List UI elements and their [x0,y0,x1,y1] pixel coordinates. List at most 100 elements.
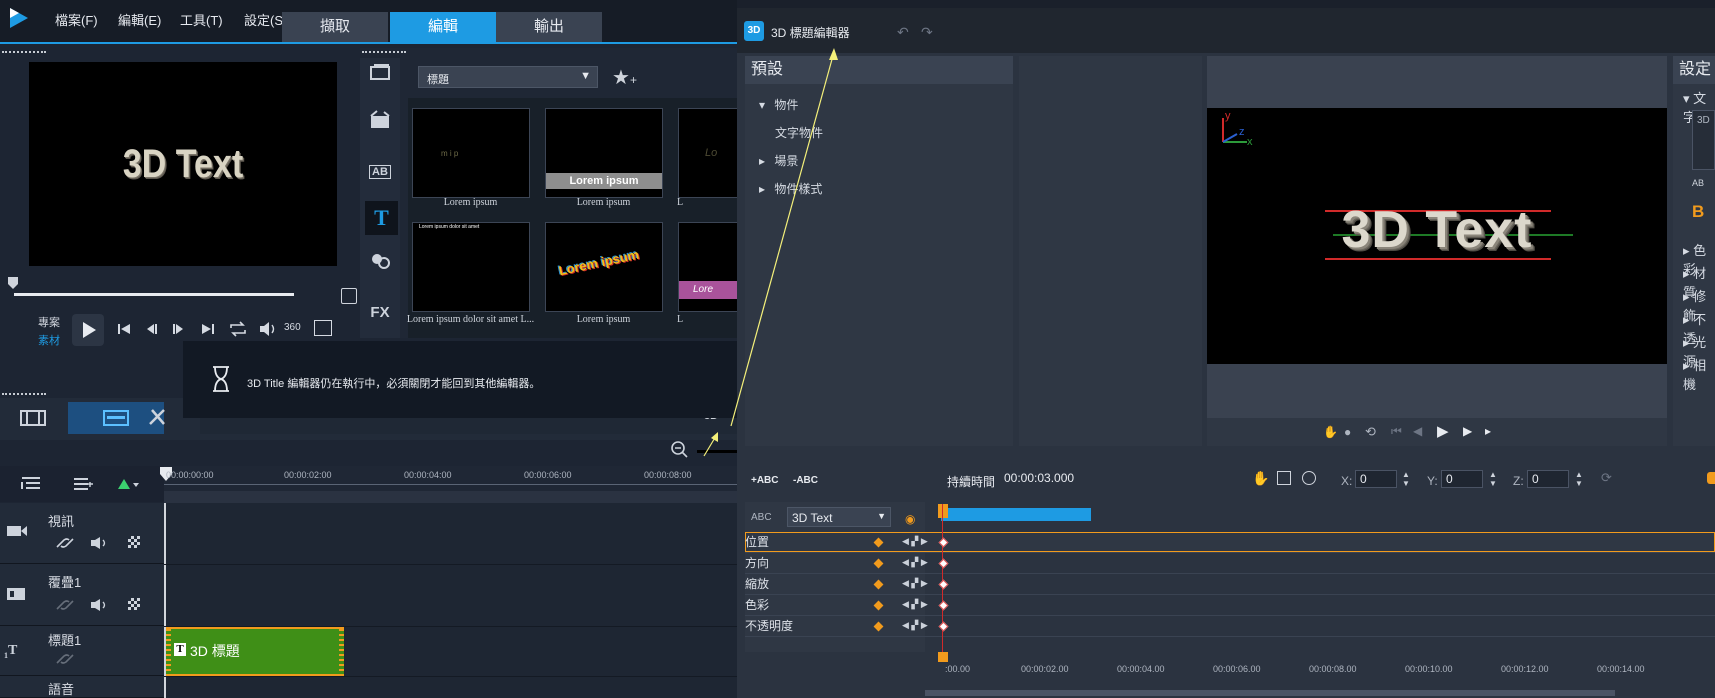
link-icon[interactable] [55,652,77,669]
keyframe-tool-icon[interactable] [1707,472,1715,484]
tree-item-scenes[interactable]: ▸ 場景 [759,152,798,169]
menu-tools[interactable]: 工具(T) [180,10,223,29]
clip-trim-left[interactable] [166,629,171,674]
keyframe-nav-icon[interactable]: ◀ ▞ ▶ [902,620,928,631]
ripple-icon[interactable] [128,536,140,548]
font-preview-box[interactable]: 3D [1692,110,1715,170]
3d-preview-canvas[interactable]: y z x 3D Text [1207,108,1667,364]
tab-edit[interactable]: 編輯 [390,12,496,42]
duration-field[interactable]: 00:00:03.000 [1000,470,1104,488]
previous-frame-icon[interactable]: ◀ [1413,424,1422,438]
keyframe-nav-icon[interactable]: ◀ ▞ ▶ [902,557,928,568]
keyframe-nav-icon[interactable]: ◀ ▞ ▶ [902,536,928,547]
zoom-out-icon[interactable] [670,440,690,463]
x-field[interactable]: 0 [1355,470,1397,488]
home-icon[interactable]: ⏮ [1391,424,1402,439]
enlarge-preview-icon[interactable] [341,288,357,304]
z-field[interactable]: 0 [1527,470,1569,488]
mode-clip-label[interactable]: 素材 [38,332,60,348]
zoom-slider[interactable] [697,450,737,453]
bold-button[interactable]: B [1692,202,1704,222]
aspect-ratio-icon[interactable] [314,320,332,336]
ab-icon[interactable]: AB [365,157,395,187]
menu-file[interactable]: 檔案(F) [55,10,98,29]
y-stepper[interactable]: ▲ ▼ [1489,470,1497,488]
keyframe-marker[interactable] [938,600,949,611]
fx-icon[interactable]: FX [365,298,395,328]
play-button[interactable]: ▶ [1437,422,1449,440]
tree-item-text-objects[interactable]: 文字物件 [775,124,823,141]
home-icon[interactable] [116,321,132,340]
thumbnail-1[interactable]: m i p [412,108,530,198]
title-category-selected[interactable]: T [365,201,398,235]
keyframe-nav-icon[interactable]: ◀ ▞ ▶ [902,578,928,589]
object-select[interactable]: 3D Text ▼ [787,507,891,527]
add-marker-icon[interactable] [116,477,140,494]
thumbnail-5[interactable]: Lorem ipsum [545,222,663,312]
thumbnail-4[interactable]: Lorem ipsum dolor sit amet [412,222,530,312]
repeat-icon[interactable] [228,320,248,341]
tree-item-objects[interactable]: ▾ 物件 [759,96,798,113]
keyframe-marker[interactable] [938,558,949,569]
tab-share[interactable]: 輸出 [496,12,602,42]
clip-trim-right[interactable] [339,629,344,674]
previous-frame-icon[interactable] [144,321,160,340]
ab-size-icon[interactable]: AB [1692,178,1704,188]
move-tool-icon[interactable] [1277,471,1291,485]
3d-preview-text[interactable]: 3D Text [1207,200,1667,260]
end-icon[interactable] [200,321,216,340]
hand-tool-icon[interactable]: ✋ [1252,470,1269,487]
z-stepper[interactable]: ▲ ▼ [1575,470,1583,488]
scale-tool-icon[interactable] [1302,471,1316,485]
next-frame-icon[interactable]: ▶ [1463,424,1472,438]
remove-text-button[interactable]: -ABC [793,475,818,486]
duration-bar[interactable] [941,508,1091,521]
media-icon[interactable] [365,62,395,92]
keyframe-marker[interactable] [938,579,949,590]
rotate-icon[interactable]: ● [1344,425,1351,439]
reset-icon[interactable]: ⟳ [1601,470,1612,486]
ruler-playhead-icon[interactable] [938,652,948,662]
play-button[interactable] [72,314,104,346]
add-favorite-icon[interactable]: ★+ [612,65,637,90]
track-manager-icon[interactable] [20,476,42,495]
timeline-scrollbar[interactable] [925,690,1615,696]
view-360-icon[interactable]: 360 [284,322,301,333]
tools-icon[interactable] [146,406,170,431]
keyframe-marker[interactable] [938,621,949,632]
tree-item-object-styles[interactable]: ▸ 物件樣式 [759,180,822,197]
visibility-eye-icon[interactable]: ◉ [905,512,915,526]
thumbnail-3[interactable]: Lo [678,108,737,198]
storyboard-view-icon[interactable] [20,408,46,431]
pan-icon[interactable]: ✋ [1323,425,1338,439]
add-text-button[interactable]: +ABC [751,475,779,486]
end-icon[interactable]: ▸ [1485,424,1491,438]
y-field[interactable]: 0 [1441,470,1483,488]
loop-icon[interactable]: ⟲ [1365,424,1376,440]
title-clip[interactable]: T 3D 標題 [166,627,344,676]
menu-settings[interactable]: 設定(S [244,10,283,29]
thumbnail-6[interactable]: Lore [678,222,737,312]
filter-icon[interactable] [365,250,395,280]
mute-icon[interactable] [90,598,110,615]
mode-project-label[interactable]: 專案 [38,314,60,330]
next-frame-icon[interactable] [170,321,186,340]
scrubber-bar[interactable] [14,293,294,296]
redo-icon[interactable]: ↷ [921,24,933,41]
volume-icon[interactable] [258,320,278,341]
x-stepper[interactable]: ▲ ▼ [1402,470,1410,488]
chapter-icon[interactable] [72,476,94,495]
menu-edit[interactable]: 編輯(E) [118,10,161,29]
link-icon[interactable] [55,598,77,615]
keyframe-nav-icon[interactable]: ◀ ▞ ▶ [902,599,928,610]
thumbnail-2[interactable]: Lorem ipsum [545,108,663,198]
undo-icon[interactable]: ↶ [897,24,909,41]
playhead-icon[interactable] [938,504,948,518]
ripple-icon[interactable] [128,598,140,610]
link-icon[interactable] [55,536,77,553]
mute-icon[interactable] [90,536,110,553]
tab-capture[interactable]: 擷取 [282,12,388,42]
transition-icon[interactable] [365,110,395,140]
category-dropdown[interactable]: 標題 ▼ [418,66,598,88]
scrubber-handle[interactable] [8,277,18,289]
